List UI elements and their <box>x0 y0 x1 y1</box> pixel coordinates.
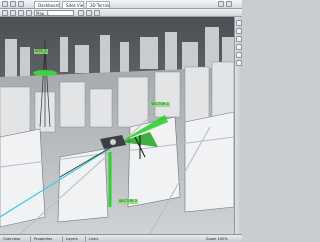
3d-viewport[interactable]: SITE_1 SECTOR 1 SECTOR 2 <box>0 17 234 234</box>
site-coverage-marker[interactable] <box>33 70 57 76</box>
status-links[interactable]: Links <box>88 236 99 242</box>
back-icon[interactable] <box>2 1 8 7</box>
sector-label-1[interactable]: SECTOR 1 <box>150 102 171 107</box>
status-separator <box>30 236 31 242</box>
measure-icon[interactable] <box>236 52 242 58</box>
home-icon[interactable] <box>18 1 24 7</box>
status-properties[interactable]: Properties <box>33 236 53 242</box>
settings-icon[interactable] <box>94 10 100 16</box>
status-overview[interactable]: Overview <box>2 236 21 242</box>
tab-dashboard[interactable]: Dashboard <box>34 1 60 8</box>
sector-label-2[interactable]: SECTOR 2 <box>118 199 139 204</box>
tab-3d-terrain[interactable]: 3D Terrain <box>86 1 110 8</box>
maximize-icon[interactable] <box>218 1 224 7</box>
zoom-readout: Zoom 100% <box>206 237 228 241</box>
status-layers[interactable]: Layers <box>65 236 79 242</box>
layers-icon[interactable] <box>86 10 92 16</box>
application-window: Dashboard Sites View 3D Terrain Map_1 <box>0 0 242 242</box>
search-icon[interactable] <box>78 10 84 16</box>
select-icon[interactable] <box>26 10 32 16</box>
status-separator <box>62 236 63 242</box>
tab-bar: Dashboard Sites View 3D Terrain <box>0 0 242 9</box>
address-field[interactable]: Map_1 <box>34 10 74 16</box>
zoom-icon[interactable] <box>2 10 8 16</box>
close-icon[interactable] <box>226 1 232 7</box>
forward-icon[interactable] <box>10 1 16 7</box>
status-separator <box>85 236 86 242</box>
fly-icon[interactable] <box>236 44 242 50</box>
site-label[interactable]: SITE_1 <box>34 49 48 54</box>
zoom-out-icon[interactable] <box>236 28 242 34</box>
rotate-icon[interactable] <box>10 10 16 16</box>
main-toolbar: Map_1 <box>0 9 242 17</box>
status-bar: Overview Properties Layers Links Zoom 10… <box>0 234 242 242</box>
pan-icon[interactable] <box>18 10 24 16</box>
tab-sites-view[interactable]: Sites View <box>62 1 84 8</box>
reset-view-icon[interactable] <box>236 60 242 66</box>
orbit-icon[interactable] <box>236 36 242 42</box>
side-toolbar <box>234 17 242 234</box>
zoom-in-icon[interactable] <box>236 20 242 26</box>
